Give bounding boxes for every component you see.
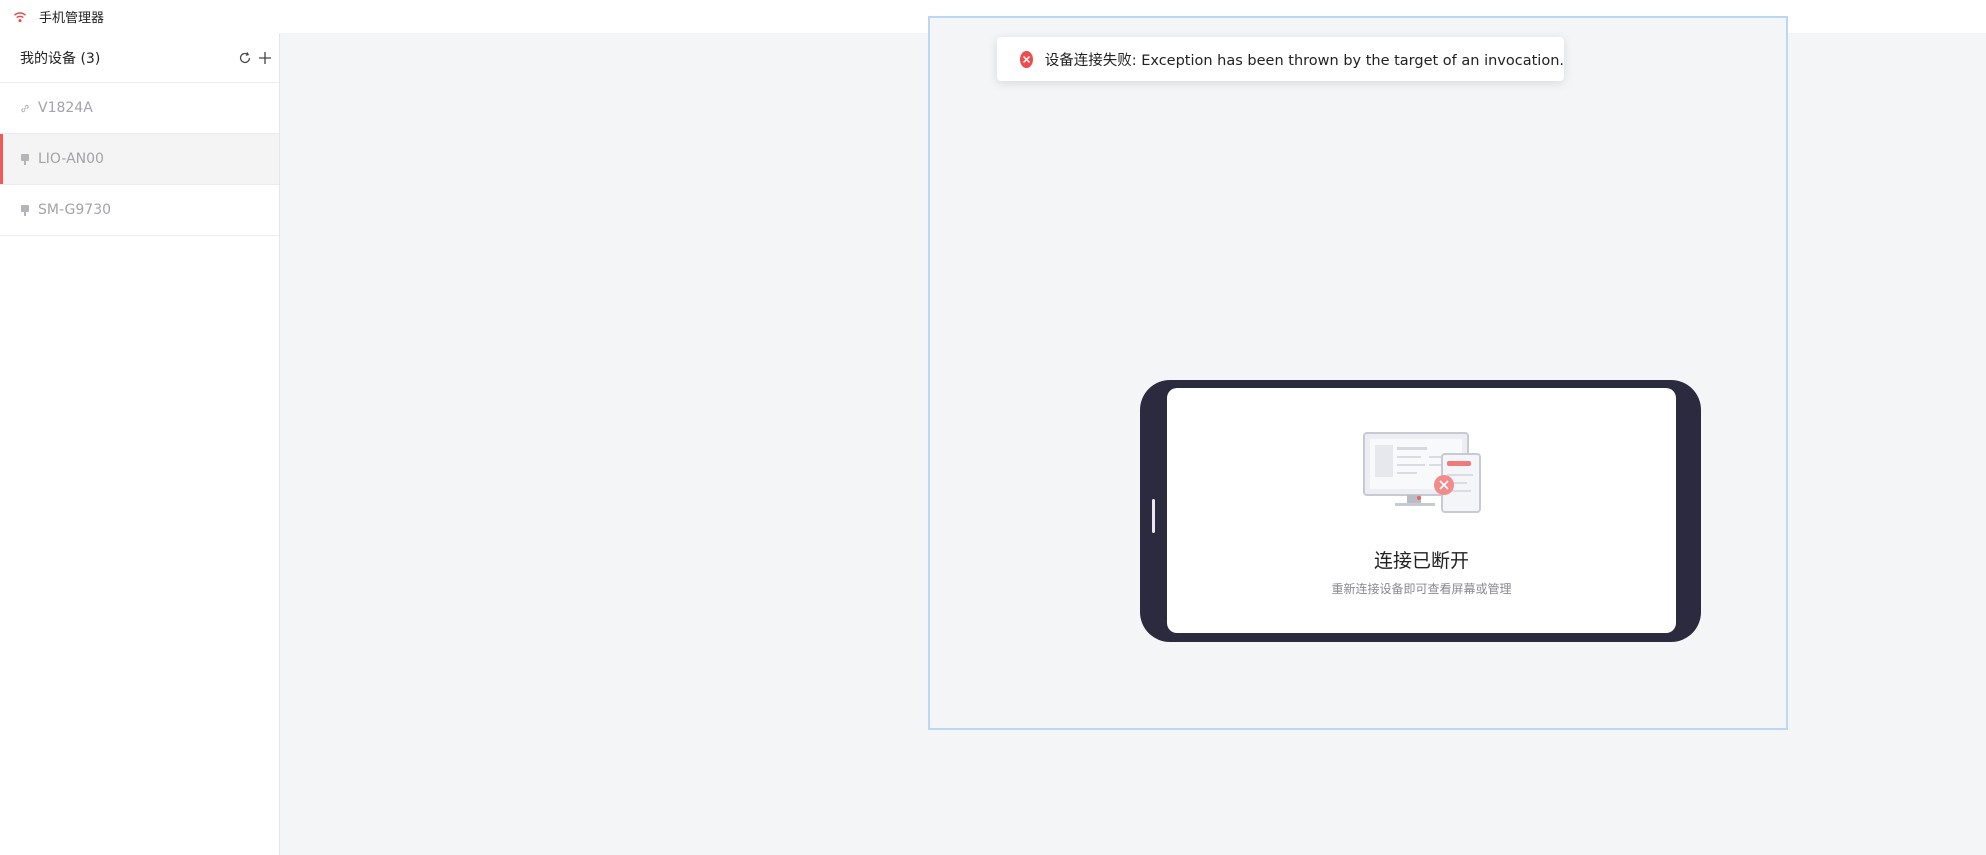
device-item-sm-g9730[interactable]: SM-G9730	[0, 185, 279, 236]
error-toast: 设备连接失败: Exception has been thrown by the…	[997, 37, 1564, 81]
device-sidebar: 我的设备 (3) V1824A LIO-AN00 SM-G9730	[0, 33, 280, 855]
app-title: 手机管理器	[39, 11, 105, 26]
sidebar-header: 我的设备 (3)	[0, 33, 279, 83]
usb-icon	[19, 203, 31, 217]
device-name: SM-G9730	[38, 202, 112, 218]
plus-icon[interactable]	[255, 48, 275, 68]
disconnected-title: 连接已断开	[1373, 550, 1469, 572]
disconnected-devices-illustration	[1363, 432, 1483, 514]
device-name: LIO-AN00	[38, 151, 104, 167]
phone-frame: 连接已断开 重新连接设备即可查看屏幕或管理	[1140, 380, 1701, 642]
device-name: V1824A	[38, 100, 93, 116]
device-item-lio-an00[interactable]: LIO-AN00	[0, 134, 279, 185]
disconnected-subtitle: 重新连接设备即可查看屏幕或管理	[1331, 582, 1512, 596]
error-circle-icon	[1020, 50, 1033, 68]
refresh-icon[interactable]	[235, 48, 255, 68]
phone-screen: 连接已断开 重新连接设备即可查看屏幕或管理	[1167, 388, 1676, 633]
usb-icon	[19, 152, 31, 166]
phone-side-handle	[1152, 499, 1155, 533]
wifi-icon	[10, 7, 30, 27]
error-message: 设备连接失败: Exception has been thrown by the…	[1044, 52, 1564, 69]
sidebar-actions	[235, 48, 275, 68]
my-devices-title: 我的设备 (3)	[20, 50, 101, 67]
link-icon	[19, 101, 31, 115]
device-item-v1824a[interactable]: V1824A	[0, 83, 279, 134]
